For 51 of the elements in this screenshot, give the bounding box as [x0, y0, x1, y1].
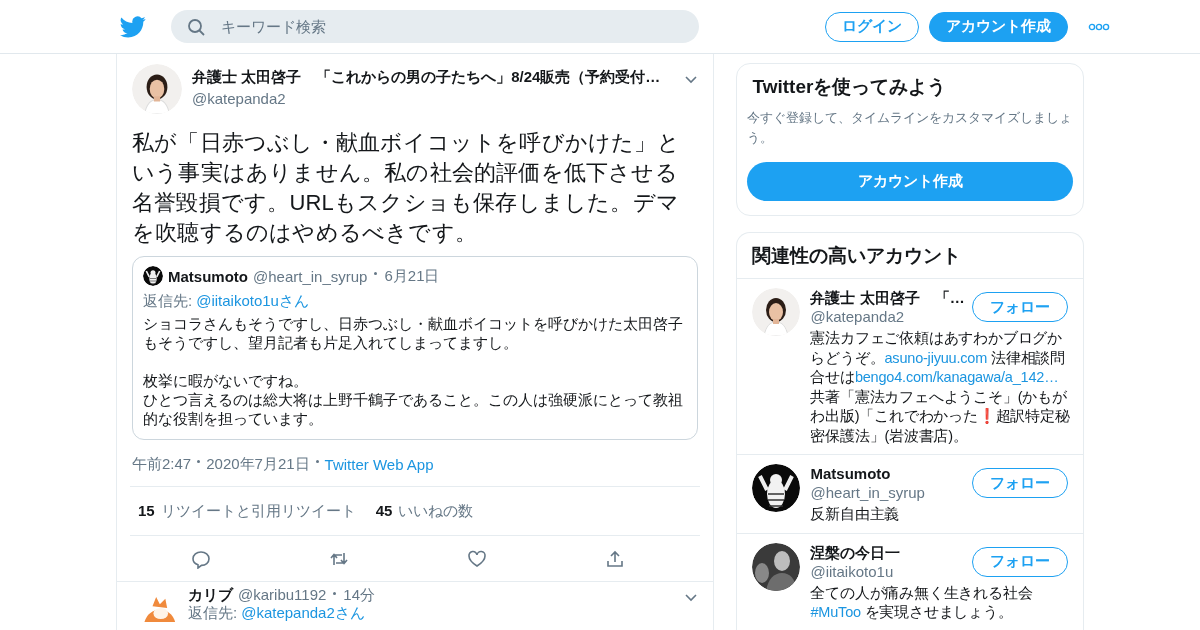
- follow-button[interactable]: フォロー: [972, 468, 1068, 498]
- account-bio: 反新自由主義: [810, 505, 901, 524]
- account-name: 涅槃の今日一: [810, 542, 902, 562]
- quoted-tweet-card[interactable]: Matsumoto @heart_in_syrup 6月21日 返信先: @iitaikoto1uさん ショコラさんもそうですし、日赤つぶし・献血ボイコットを呼びかけた太田啓子もそうですし、望月記者も片足入れてしまってますし。 枚挙に暇がないですね。 ひとつ言えるのは総大将は上野千鶴子であること。この人は強硬派にとって教祖的な役割を担っています。: [132, 256, 699, 440]
- source-link[interactable]: Twitter Web App: [324, 455, 434, 473]
- account-handle: @iitaikoto1u: [810, 561, 895, 581]
- reply-time: 14分: [343, 586, 376, 604]
- signup-button[interactable]: アカウント作成: [929, 11, 1068, 42]
- quote-date: 6月21日: [384, 266, 440, 286]
- follow-button[interactable]: フォロー: [972, 292, 1068, 322]
- mention-link[interactable]: @iitaikoto1uさん: [196, 292, 309, 311]
- author-handle: @karibu1192: [238, 586, 327, 604]
- login-button[interactable]: ログイン: [825, 11, 919, 42]
- quote-text: ショコラさんもそうですし、日赤つぶし・献血ボイコットを呼びかけた太田啓子もそうですし、望月記者も片足入れてしまってますし。: [143, 315, 684, 353]
- link[interactable]: asuno-jiyuu.com: [884, 349, 988, 366]
- reply-label: 返信先:: [188, 604, 238, 622]
- account-handle: @heart_in_syrup: [810, 483, 926, 502]
- quote-author-name: Matsumoto: [168, 267, 248, 285]
- chevron-down-icon[interactable]: [684, 592, 699, 603]
- tweet-time: 午前2:47: [132, 454, 192, 474]
- author-name: 弁護士 太田啓子 「これからの男の子たちへ」8/24販売（予約受付…: [192, 68, 662, 87]
- card-title: Twitterを使ってみよう: [752, 75, 948, 99]
- link[interactable]: #MuToo: [810, 604, 861, 620]
- heart-icon[interactable]: [466, 548, 487, 569]
- mention-link[interactable]: @katepanda2さん: [241, 604, 365, 622]
- chevron-down-icon[interactable]: [684, 74, 699, 85]
- share-icon[interactable]: [604, 548, 625, 569]
- speech-bubble-icon[interactable]: [190, 548, 211, 569]
- more-icon[interactable]: [1088, 22, 1110, 31]
- quote-text: 枚挙に暇がないですね。: [143, 372, 309, 391]
- author-name: カリブ: [188, 586, 233, 604]
- search-field[interactable]: キーワード検索: [171, 10, 699, 43]
- follow-button[interactable]: フォロー: [972, 546, 1068, 577]
- account-name: 弁護士 太田啓子 「…: [810, 288, 966, 307]
- quote-text: ひとつ言えるのは総大将は上野千鶴子であること。この人は強硬派にとって教祖的な役割を担っています。: [143, 391, 684, 429]
- card-description: 今すぐ登録して、タイムラインをカスタマイズしましょう。: [747, 110, 1073, 147]
- card-title: 関連性の高いアカウント: [737, 233, 1083, 279]
- link[interactable]: bengo4.com/kanagawa/a_142…: [854, 369, 1059, 385]
- author-handle: @katepanda2: [192, 90, 287, 107]
- tweet-date: 2020年7月21日: [206, 454, 310, 474]
- account-bio: 全ての人が痛み無く生きれる社会 #MuToo を実現させましょう。: [810, 583, 1034, 622]
- signup-button[interactable]: アカウント作成: [747, 162, 1073, 201]
- reply-label: 返信先:: [143, 292, 193, 311]
- account-name: Matsumoto: [810, 464, 892, 483]
- like-count[interactable]: 45 いいねの数: [375, 501, 474, 521]
- account-bio: 憲法カフェご依頼はあすわかブログからどうぞ。asuno-jiyuu.com 法律相談問合せはbengo4.com/kanagawa/a_142… 共著「憲法カフェへようこそ」(かもがわ出版)「これでわかった❗超訳特定秘密保護法」(岩波書店)。: [810, 329, 1071, 446]
- twitter-bird-logo: [120, 13, 146, 40]
- account-handle: @katepanda2: [810, 307, 906, 326]
- quote-author-handle: @heart_in_syrup: [253, 267, 368, 285]
- tweet-text: 私が「日赤つぶし・献血ボイコットを呼びかけた」という事実はありません。私の社会的評価を低下させる名誉毀損です。URLもスクショも保存しました。デマを吹聴するのはやめるべきです。: [132, 129, 681, 247]
- retweet-count[interactable]: 15 リツイートと引用リツイート: [138, 501, 356, 521]
